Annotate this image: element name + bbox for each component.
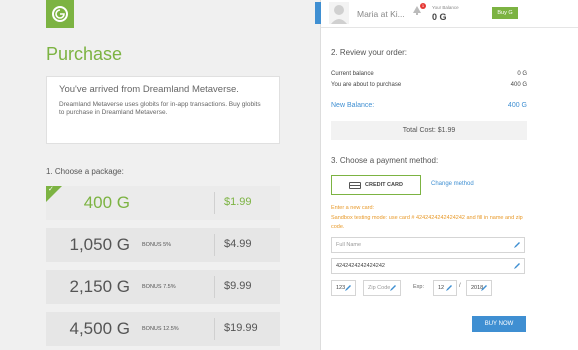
pencil-icon (514, 242, 520, 248)
divider (214, 192, 215, 214)
package-amount: 4,500 G (69, 319, 131, 338)
checkout-panel: Maria at Ki... 1 Your Balance 0 G Buy G … (315, 0, 578, 350)
package-option-4500[interactable]: 4,500 G BONUS 12.5% $19.99 (46, 312, 280, 346)
cvc-field[interactable]: 123 (331, 280, 356, 296)
avatar[interactable] (329, 2, 349, 24)
review-order-title: 2. Review your order: (331, 48, 408, 57)
buy-now-button[interactable]: BUY NOW (472, 316, 526, 332)
divider (214, 318, 215, 340)
current-balance-label: Current balance (331, 71, 374, 77)
balance-value: 0 G (432, 12, 447, 22)
welcome-box: You've arrived from Dreamland Metaverse.… (46, 76, 280, 144)
expand-tab[interactable] (315, 2, 321, 24)
page-title: Purchase (46, 44, 123, 64)
package-price: $1.99 (224, 196, 252, 208)
package-bonus: BONUS 7.5% (142, 284, 176, 290)
package-price: $4.99 (224, 238, 252, 250)
payment-method-title: 3. Choose a payment method: (331, 156, 439, 165)
package-bonus: BONUS 5% (142, 242, 172, 248)
credit-card-label: CREDIT CARD (365, 182, 403, 188)
enter-card-label: Enter a new card: (331, 205, 375, 211)
pencil-icon (390, 285, 396, 291)
change-method-link[interactable]: Change method (431, 181, 474, 187)
check-icon: ✓ (48, 186, 54, 193)
buy-globits-button[interactable]: Buy G (492, 7, 518, 19)
card-number-field[interactable]: 4242424242424242 (331, 258, 525, 274)
purchase-amount-label: You are about to purchase (331, 82, 402, 88)
exp-year-field[interactable]: 2018 (466, 280, 492, 296)
welcome-description: Dreamland Metaverse uses globits for in-… (59, 101, 261, 116)
package-option-400[interactable]: ✓ 400 G $1.99 (46, 186, 280, 220)
credit-card-button[interactable]: CREDIT CARD (331, 175, 421, 195)
package-price: $19.99 (224, 322, 258, 334)
card-number-value: 4242424242424242 (336, 263, 385, 269)
purchase-amount-value: 400 G (510, 82, 527, 88)
date-separator: / (459, 283, 461, 289)
expiration-label: Exp: (413, 284, 425, 290)
account-bar: Maria at Ki... 1 Your Balance 0 G Buy G (315, 0, 578, 28)
current-balance-row: Current balance 0 G (331, 71, 527, 77)
exp-month-field[interactable]: 12 (433, 280, 457, 296)
purchase-amount-row: You are about to purchase 400 G (331, 82, 527, 88)
package-price: $9.99 (224, 280, 252, 292)
new-balance-label: New Balance: (331, 102, 375, 109)
credit-card-icon (349, 181, 362, 189)
globit-icon (52, 6, 68, 22)
pencil-icon (446, 285, 452, 291)
current-balance-value: 0 G (517, 71, 527, 77)
choose-package-label: 1. Choose a package: (46, 167, 124, 176)
divider (214, 276, 215, 298)
package-amount: 1,050 G (69, 235, 131, 254)
zip-code-field[interactable]: Zip Code (363, 280, 401, 296)
purchase-panel: Purchase You've arrived from Dreamland M… (0, 0, 320, 350)
balance-label: Your Balance (432, 5, 459, 10)
divider (214, 234, 215, 256)
full-name-field[interactable]: Full Name (331, 237, 525, 253)
total-cost: Total Cost: $1.99 (331, 121, 527, 140)
sandbox-note: Sandbox testing mode: use card # 4242424… (331, 215, 523, 230)
package-bonus: BONUS 12.5% (142, 326, 179, 332)
package-option-1050[interactable]: 1,050 G BONUS 5% $4.99 (46, 228, 280, 262)
exp-month-value: 12 (438, 285, 445, 291)
new-balance-row: New Balance: 400 G (331, 102, 527, 109)
package-amount: 400 G (83, 193, 130, 212)
notification-badge: 1 (420, 3, 426, 9)
zip-code-placeholder: Zip Code (368, 285, 391, 291)
pencil-icon (514, 263, 520, 269)
user-name[interactable]: Maria at Ki... (357, 9, 405, 19)
package-option-2150[interactable]: 2,150 G BONUS 7.5% $9.99 (46, 270, 280, 304)
welcome-title: You've arrived from Dreamland Metaverse. (59, 84, 239, 95)
globit-logo (46, 0, 74, 28)
package-amount: 2,150 G (69, 277, 131, 296)
full-name-placeholder: Full Name (336, 242, 362, 248)
pencil-icon (481, 285, 487, 291)
pencil-icon (345, 285, 351, 291)
new-balance-value: 400 G (507, 102, 527, 109)
